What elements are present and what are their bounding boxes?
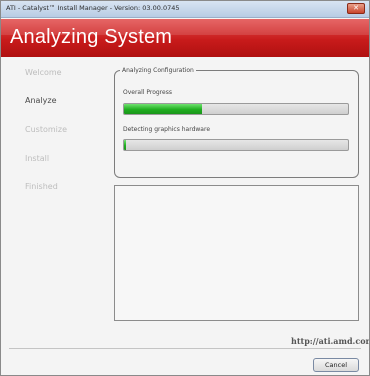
- analyzing-configuration-group: [114, 70, 359, 178]
- cancel-button[interactable]: Cancel: [313, 358, 359, 372]
- website-link[interactable]: http://ati.amd.com: [291, 336, 369, 346]
- window-title: ATI - Catalyst™ Install Manager - Versio…: [6, 4, 180, 12]
- steps-sidebar: Welcome Analyze Customize Install Finish…: [1, 57, 111, 347]
- task-progress-fill: [124, 140, 127, 150]
- step-finished: Finished: [25, 182, 58, 191]
- step-install: Install: [25, 154, 50, 163]
- task-progress-label: Detecting graphics hardware: [123, 126, 211, 133]
- task-progress-bar: [123, 139, 349, 151]
- details-log-area[interactable]: [114, 185, 359, 321]
- overall-progress-bar: [123, 103, 349, 115]
- step-welcome: Welcome: [25, 68, 62, 77]
- overall-progress-fill: [124, 104, 203, 114]
- step-customize: Customize: [25, 125, 67, 134]
- title-bar[interactable]: ATI - Catalyst™ Install Manager - Versio…: [1, 1, 369, 18]
- step-analyze: Analyze: [25, 96, 57, 105]
- close-button[interactable]: ✕: [347, 3, 365, 14]
- group-label: Analyzing Configuration: [120, 67, 196, 74]
- page-title: Analyzing System: [10, 26, 173, 48]
- installer-window: ATI - Catalyst™ Install Manager - Versio…: [0, 0, 370, 376]
- overall-progress-label: Overall Progress: [123, 89, 172, 96]
- footer-divider: [9, 348, 361, 349]
- header-banner: Analyzing System: [1, 19, 369, 57]
